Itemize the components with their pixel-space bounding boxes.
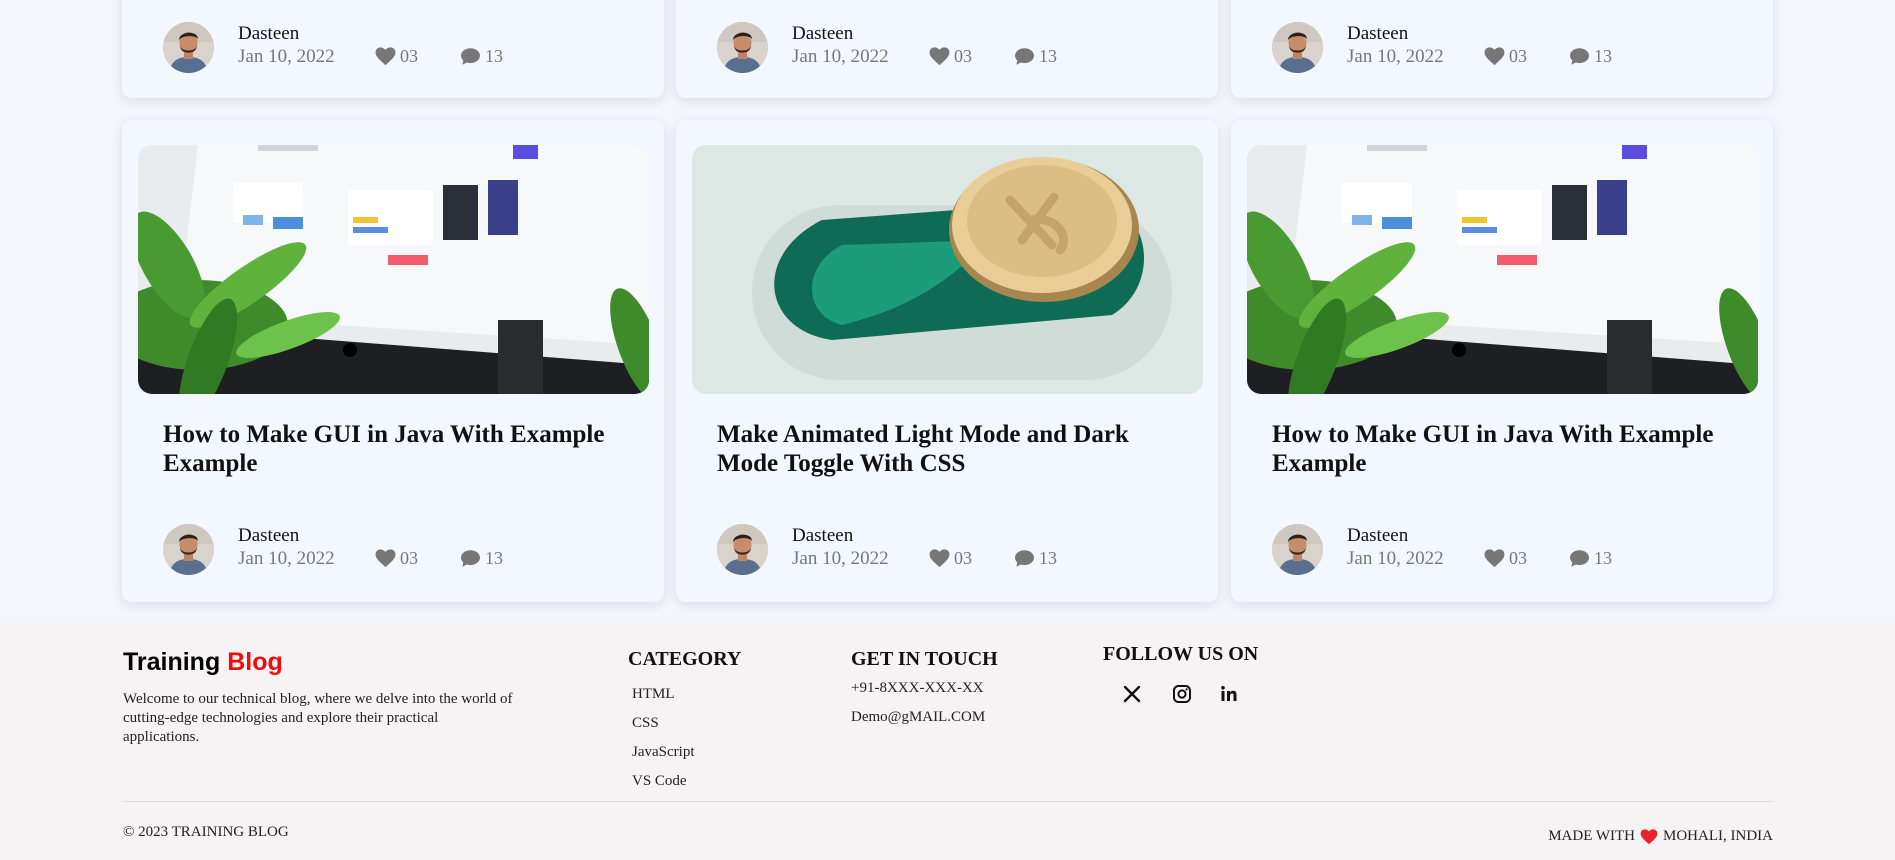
comments-count: 13 xyxy=(1594,548,1612,568)
post-card[interactable]: How to Make GUI in Java With Example Exa… xyxy=(122,120,664,602)
comments-counter[interactable]: 13 xyxy=(1014,46,1057,67)
heart-icon xyxy=(1484,549,1505,568)
comments-counter[interactable]: 13 xyxy=(1569,46,1612,67)
post-title[interactable]: Make Animated Light Mode and Dark Mode T… xyxy=(717,420,1187,478)
copyright-text: © 2023 TRAINING BLOG xyxy=(123,824,289,840)
contact-email[interactable]: Demo@gMAIL.COM xyxy=(851,709,985,726)
footer-brand-logo[interactable]: Training Blog xyxy=(123,648,283,677)
likes-count: 03 xyxy=(954,46,972,66)
author-name[interactable]: Dasteen xyxy=(238,525,299,547)
comments-count: 13 xyxy=(485,46,503,66)
comments-counter[interactable]: 13 xyxy=(460,548,503,569)
post-date: Jan 10, 2022 xyxy=(792,548,889,569)
post-date: Jan 10, 2022 xyxy=(1347,46,1444,67)
author-avatar xyxy=(163,524,214,575)
likes-counter[interactable]: 03 xyxy=(1484,548,1527,569)
comment-icon xyxy=(460,47,481,66)
site-footer: Training Blog Welcome to our technical b… xyxy=(0,623,1895,860)
author-avatar xyxy=(163,22,214,73)
category-link-vscode[interactable]: VS Code xyxy=(632,772,694,801)
author-name[interactable]: Dasteen xyxy=(1347,23,1408,45)
post-date: Jan 10, 2022 xyxy=(238,548,335,569)
made-with-credit: MADE WITH MOHALI, INDIA xyxy=(1548,828,1773,845)
post-date: Jan 10, 2022 xyxy=(238,46,335,67)
made-with-location: MOHALI, INDIA xyxy=(1663,828,1773,844)
footer-about-text: Welcome to our technical blog, where we … xyxy=(123,691,513,745)
contact-phone[interactable]: +91-8XXX-XXX-XX xyxy=(851,680,984,697)
comment-icon xyxy=(1014,47,1035,66)
author-avatar xyxy=(717,524,768,575)
instagram-icon[interactable] xyxy=(1170,682,1194,706)
comment-icon xyxy=(1569,549,1590,568)
author-name[interactable]: Dasteen xyxy=(1347,525,1408,547)
category-list: HTML CSS JavaScript VS Code xyxy=(632,685,694,801)
heart-icon xyxy=(1640,828,1658,844)
contact-heading: GET IN TOUCH xyxy=(851,648,998,670)
comments-count: 13 xyxy=(1039,46,1057,66)
post-card[interactable]: Dasteen Jan 10, 2022 03 13 xyxy=(122,0,664,98)
footer-divider xyxy=(123,801,1773,802)
likes-count: 03 xyxy=(1509,548,1527,568)
category-link-javascript[interactable]: JavaScript xyxy=(632,743,694,772)
likes-count: 03 xyxy=(1509,46,1527,66)
comments-count: 13 xyxy=(485,548,503,568)
post-date: Jan 10, 2022 xyxy=(792,46,889,67)
likes-count: 03 xyxy=(400,548,418,568)
brand-text: Training xyxy=(123,648,221,676)
author-name[interactable]: Dasteen xyxy=(238,23,299,45)
likes-counter[interactable]: 03 xyxy=(1484,46,1527,67)
post-date: Jan 10, 2022 xyxy=(1347,548,1444,569)
linkedin-icon[interactable] xyxy=(1217,682,1241,706)
post-meta: Dasteen Jan 10, 2022 03 13 xyxy=(163,524,643,576)
likes-counter[interactable]: 03 xyxy=(375,46,418,67)
comment-icon xyxy=(460,549,481,568)
post-meta: Dasteen Jan 10, 2022 03 13 xyxy=(1272,22,1752,74)
post-card[interactable]: Dasteen Jan 10, 2022 03 13 xyxy=(1231,0,1773,98)
post-meta: Dasteen Jan 10, 2022 03 13 xyxy=(1272,524,1752,576)
likes-counter[interactable]: 03 xyxy=(929,46,972,67)
comments-counter[interactable]: 13 xyxy=(1014,548,1057,569)
follow-heading: FOLLOW US ON xyxy=(1103,643,1259,665)
post-title[interactable]: How to Make GUI in Java With Example Exa… xyxy=(1272,420,1742,478)
x-icon[interactable] xyxy=(1120,682,1144,706)
author-avatar xyxy=(1272,22,1323,73)
author-avatar xyxy=(717,22,768,73)
likes-count: 03 xyxy=(954,548,972,568)
heart-icon xyxy=(929,549,950,568)
heart-icon xyxy=(375,549,396,568)
comments-count: 13 xyxy=(1039,548,1057,568)
comments-counter[interactable]: 13 xyxy=(1569,548,1612,569)
post-thumbnail[interactable] xyxy=(692,145,1203,394)
author-name[interactable]: Dasteen xyxy=(792,23,853,45)
likes-counter[interactable]: 03 xyxy=(375,548,418,569)
post-thumbnail[interactable] xyxy=(138,145,649,394)
post-card[interactable]: Make Animated Light Mode and Dark Mode T… xyxy=(676,120,1218,602)
author-name[interactable]: Dasteen xyxy=(792,525,853,547)
comment-icon xyxy=(1014,549,1035,568)
post-card[interactable]: Dasteen Jan 10, 2022 03 13 xyxy=(676,0,1218,98)
heart-icon xyxy=(1484,47,1505,66)
category-link-css[interactable]: CSS xyxy=(632,714,694,743)
category-heading: CATEGORY xyxy=(628,648,742,670)
made-with-prefix: MADE WITH xyxy=(1548,828,1636,844)
post-thumbnail[interactable] xyxy=(1247,145,1758,394)
post-meta: Dasteen Jan 10, 2022 03 13 xyxy=(163,22,643,74)
post-title[interactable]: How to Make GUI in Java With Example Exa… xyxy=(163,420,633,478)
category-link-html[interactable]: HTML xyxy=(632,685,694,714)
post-card[interactable]: How to Make GUI in Java With Example Exa… xyxy=(1231,120,1773,602)
post-meta: Dasteen Jan 10, 2022 03 13 xyxy=(717,524,1197,576)
likes-count: 03 xyxy=(400,46,418,66)
heart-icon xyxy=(929,47,950,66)
author-avatar xyxy=(1272,524,1323,575)
brand-accent-text: Blog xyxy=(227,648,283,676)
comment-icon xyxy=(1569,47,1590,66)
heart-icon xyxy=(375,47,396,66)
likes-counter[interactable]: 03 xyxy=(929,548,972,569)
comments-count: 13 xyxy=(1594,46,1612,66)
comments-counter[interactable]: 13 xyxy=(460,46,503,67)
post-meta: Dasteen Jan 10, 2022 03 13 xyxy=(717,22,1197,74)
